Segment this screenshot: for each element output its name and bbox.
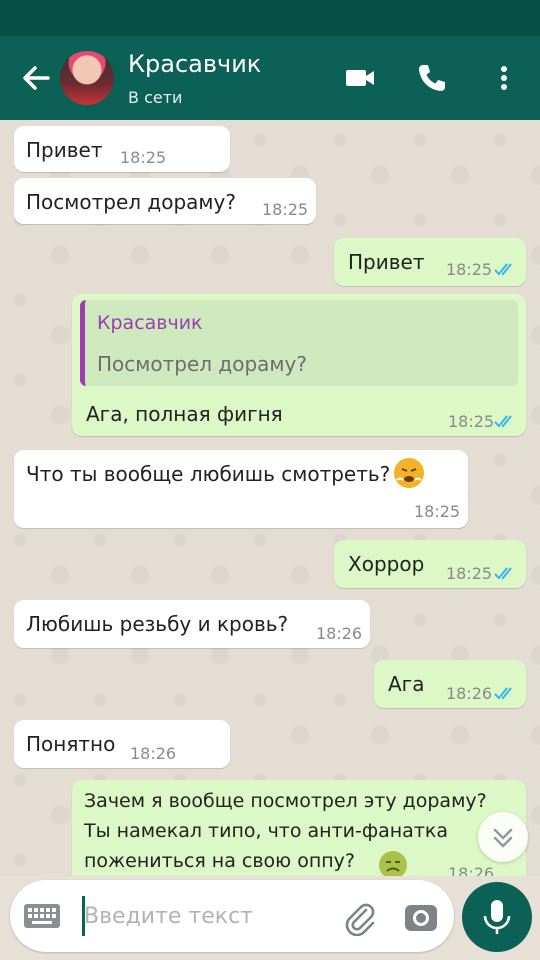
paperclip-icon bbox=[345, 903, 375, 937]
status-bar bbox=[0, 0, 540, 36]
message-text: Привет bbox=[348, 250, 425, 274]
keyboard-icon bbox=[24, 904, 60, 928]
arrow-left-icon bbox=[23, 66, 50, 90]
keyboard-button[interactable] bbox=[22, 900, 62, 932]
message-time: 18:25 bbox=[262, 200, 309, 219]
message-incoming[interactable]: Привет 18:25 bbox=[14, 126, 230, 172]
quote-author: Красавчик bbox=[97, 312, 203, 334]
microphone-icon bbox=[483, 900, 511, 934]
quoted-message[interactable]: Красавчик Посмотрел дораму? bbox=[80, 300, 518, 386]
message-input[interactable] bbox=[84, 894, 334, 938]
angry-face-icon bbox=[395, 459, 423, 487]
voice-call-button[interactable] bbox=[414, 60, 450, 96]
sick-face-emoji bbox=[378, 850, 408, 876]
message-incoming[interactable]: Что ты вообще любишь смотреть? 18:25 bbox=[14, 450, 468, 528]
message-incoming[interactable]: Понятно 18:26 bbox=[14, 720, 230, 768]
message-text: Посмотрел дораму? bbox=[26, 190, 236, 214]
chat-area[interactable]: Привет 18:25 Посмотрел дораму? 18:25 При… bbox=[0, 120, 540, 876]
message-outgoing[interactable]: Ага 18:26 bbox=[374, 660, 526, 708]
chat-header: Красавчик В сети bbox=[0, 36, 540, 120]
angry-face-emoji bbox=[394, 458, 424, 488]
read-ticks-icon bbox=[494, 567, 512, 580]
read-ticks-icon bbox=[494, 687, 512, 700]
message-outgoing[interactable]: Красавчик Посмотрел дораму? Ага, полная … bbox=[72, 294, 526, 436]
back-button[interactable] bbox=[18, 60, 54, 96]
message-text: Любишь резьбу и кровь? bbox=[26, 612, 289, 636]
video-camera-icon bbox=[346, 70, 374, 86]
message-outgoing[interactable]: Привет 18:25 bbox=[334, 238, 526, 286]
double-chevron-down-icon bbox=[493, 828, 513, 848]
message-line: Зачем я вообще посмотрел эту дораму? bbox=[84, 790, 487, 812]
message-time: 18:25 bbox=[448, 412, 495, 431]
contact-status: В сети bbox=[128, 88, 183, 107]
read-ticks-icon bbox=[494, 415, 512, 428]
message-text: Ага, полная фигня bbox=[86, 402, 283, 426]
message-time: 18:25 bbox=[446, 564, 493, 583]
avatar[interactable] bbox=[60, 51, 114, 105]
message-outgoing[interactable]: Зачем я вообще посмотрел эту дораму? Ты … bbox=[72, 780, 526, 876]
read-ticks-icon bbox=[494, 263, 512, 276]
more-vertical-icon bbox=[501, 66, 507, 90]
message-outgoing[interactable]: Хоррор 18:25 bbox=[334, 540, 526, 588]
contact-name[interactable]: Красавчик bbox=[128, 50, 261, 78]
video-call-button[interactable] bbox=[342, 60, 378, 96]
message-text: Хоррор bbox=[348, 552, 425, 576]
message-time: 18:25 bbox=[120, 148, 167, 167]
message-time: 18:26 bbox=[448, 864, 495, 876]
mic-button[interactable] bbox=[462, 882, 532, 952]
sick-face-icon bbox=[379, 851, 407, 876]
attach-button[interactable] bbox=[340, 898, 378, 937]
message-time: 18:26 bbox=[446, 684, 493, 703]
quote-text: Посмотрел дораму? bbox=[97, 352, 307, 376]
message-time: 18:25 bbox=[414, 502, 461, 521]
message-text: Привет bbox=[26, 138, 103, 162]
phone-icon bbox=[419, 65, 445, 91]
message-incoming[interactable]: Любишь резьбу и кровь? 18:26 bbox=[14, 600, 370, 648]
message-text: Что ты вообще любишь смотреть? bbox=[26, 462, 391, 486]
camera-button[interactable] bbox=[402, 898, 440, 936]
message-text: Понятно bbox=[26, 732, 116, 756]
scroll-to-bottom-button[interactable] bbox=[478, 812, 528, 862]
message-text: Ага bbox=[388, 672, 425, 696]
message-time: 18:26 bbox=[130, 744, 177, 763]
message-line: Ты намекал типо, что анти-фанатка bbox=[84, 820, 449, 842]
camera-icon bbox=[405, 905, 437, 931]
message-time: 18:26 bbox=[316, 624, 363, 643]
menu-button[interactable] bbox=[486, 60, 522, 96]
message-time: 18:25 bbox=[446, 260, 493, 279]
message-composer bbox=[10, 880, 454, 952]
message-incoming[interactable]: Посмотрел дораму? 18:25 bbox=[14, 178, 316, 224]
message-line: пожениться на свою оппу? bbox=[84, 850, 356, 872]
